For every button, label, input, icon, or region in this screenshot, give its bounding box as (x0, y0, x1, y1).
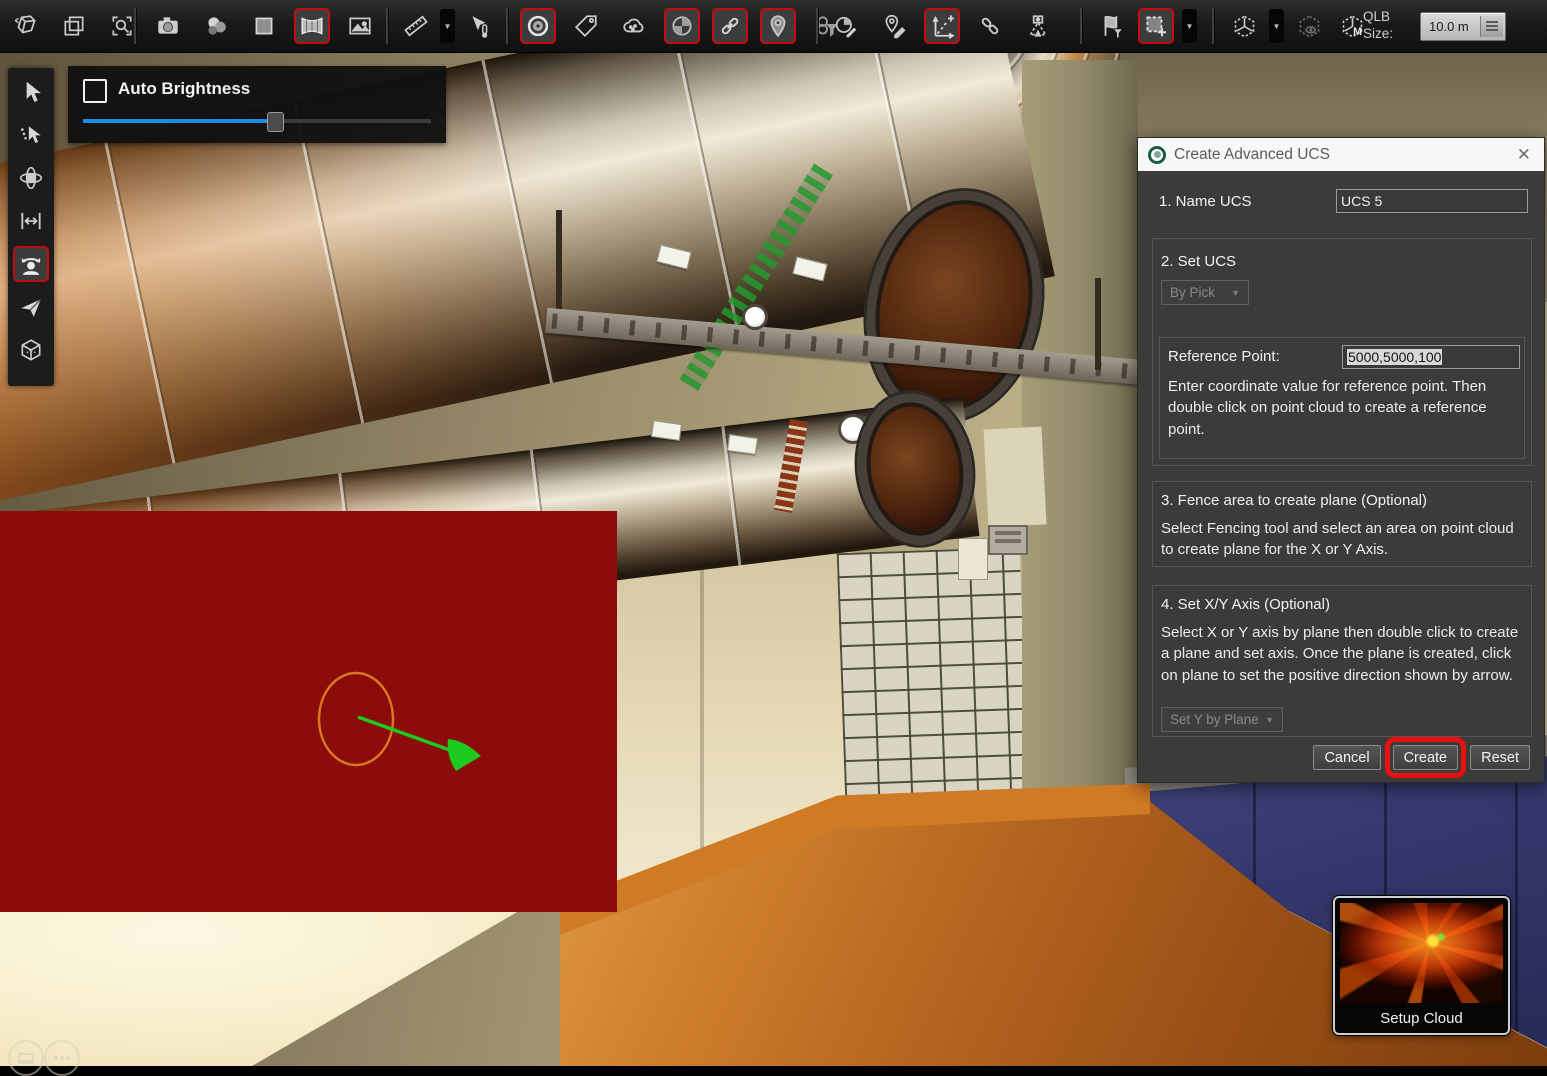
set-ucs-group: 2. Set UCS By Pick ▼ Reference Point: 50… (1152, 238, 1532, 466)
dialog-titlebar[interactable]: Create Advanced UCS ✕ (1138, 138, 1544, 171)
image-view-icon[interactable] (342, 8, 378, 44)
qlb-size-label: QLB Size: (1363, 9, 1393, 43)
orbit-icon[interactable] (13, 160, 49, 196)
name-ucs-input[interactable] (1336, 189, 1528, 213)
chevron-down-icon: ▼ (1265, 715, 1274, 725)
axis-dropdown-value: Set Y by Plane (1170, 712, 1259, 727)
axis-group: 4. Set X/Y Axis (Optional) Select X or Y… (1152, 585, 1532, 737)
brightness-slider-handle[interactable] (267, 112, 284, 132)
camera-icon[interactable] (150, 8, 186, 44)
tag-tool-icon[interactable] (568, 8, 604, 44)
fence-heading: 3. Fence area to create plane (Optional) (1161, 492, 1427, 509)
measure-ruler-dropdown[interactable]: ▼ (440, 9, 455, 43)
clip-sphere-icon[interactable] (664, 8, 700, 44)
create-ucs-icon[interactable] (924, 8, 960, 44)
main-toolbar: ▼ ▼ ▼ M QLB Size: 10.0 (0, 0, 1547, 53)
cancel-button[interactable]: Cancel (1313, 745, 1380, 770)
frustum-icon[interactable] (1020, 8, 1056, 44)
more-options-button[interactable] (44, 1040, 80, 1076)
setup-cloud-thumbnail[interactable]: Setup Cloud (1333, 896, 1510, 1035)
keyboard-icon (18, 1053, 34, 1064)
ellipsis-icon (54, 1056, 70, 1060)
flag-filter-icon[interactable] (1094, 8, 1130, 44)
reference-point-description: Enter coordinate value for reference poi… (1168, 376, 1520, 440)
pale-floor (0, 905, 630, 1066)
axis-description: Select X or Y axis by plane then double … (1161, 622, 1525, 686)
wall-corner-shadow (700, 552, 704, 872)
auto-brightness-label: Auto Brightness (118, 79, 250, 99)
point-cloud-preview (1340, 903, 1503, 1003)
point-cloud-icon[interactable] (616, 8, 652, 44)
create-button[interactable]: Create (1393, 745, 1459, 770)
reference-point-circle (319, 673, 393, 765)
axis-direction-line (358, 717, 458, 753)
reference-point-label: Reference Point: (1168, 348, 1280, 365)
keyboard-shortcuts-button[interactable] (8, 1040, 44, 1076)
ucs-plane-overlay[interactable] (0, 511, 617, 912)
wall-sheet (983, 427, 1046, 528)
edit-pin-icon[interactable] (876, 8, 912, 44)
brightness-slider[interactable] (83, 119, 431, 123)
edit-clip-icon[interactable] (828, 8, 864, 44)
set-ucs-heading: 2. Set UCS (1161, 253, 1236, 270)
qlb-size-stepper[interactable] (1480, 16, 1503, 37)
navigation-toolbar (8, 68, 54, 386)
ucs-plane-graphic (0, 511, 617, 912)
cube-axes-dropdown[interactable]: ▼ (1269, 9, 1284, 43)
reference-point-group: Reference Point: 5000,5000,100 Enter coo… (1159, 337, 1525, 459)
pan-icon[interactable] (13, 203, 49, 239)
svg-text:M: M (1353, 25, 1362, 37)
chevron-down-icon: ▼ (1231, 288, 1240, 298)
cube-eye-icon[interactable] (1291, 8, 1327, 44)
wall-junction-box (988, 525, 1028, 555)
close-icon[interactable]: ✕ (1514, 146, 1534, 163)
render-colors-icon[interactable] (198, 8, 234, 44)
fly-icon[interactable] (13, 289, 49, 325)
auto-brightness-checkbox[interactable] (83, 79, 107, 103)
reference-point-input[interactable]: 5000,5000,100 (1342, 345, 1520, 369)
set-ucs-dropdown[interactable]: By Pick ▼ (1161, 280, 1249, 305)
select-cursor-icon[interactable] (13, 74, 49, 110)
brightness-slider-fill (83, 119, 274, 123)
create-advanced-ucs-dialog: Create Advanced UCS ✕ 1. Name UCS 2. Set… (1137, 137, 1545, 783)
pin-tool-icon[interactable] (760, 8, 796, 44)
dialog-title: Create Advanced UCS (1174, 146, 1514, 164)
link-tool-icon[interactable] (712, 8, 748, 44)
name-ucs-label: 1. Name UCS (1159, 193, 1252, 210)
rect-select-dropdown[interactable]: ▼ (1182, 9, 1197, 43)
target-tool-icon[interactable] (520, 8, 556, 44)
qlb-size-field[interactable]: 10.0 m (1420, 12, 1506, 41)
cube-axes-icon[interactable] (1226, 8, 1262, 44)
axis-dropdown[interactable]: Set Y by Plane ▼ (1161, 707, 1283, 732)
multi-select-cursor-icon[interactable] (13, 117, 49, 153)
reset-button[interactable]: Reset (1470, 745, 1530, 770)
wall-label (958, 538, 988, 580)
probe-cursor-icon[interactable] (461, 8, 497, 44)
ucs-dialog-icon (1148, 146, 1166, 164)
dialog-button-row: Cancel Create Reset (1138, 745, 1530, 770)
fence-description: Select Fencing tool and select an area o… (1161, 518, 1517, 561)
export-model-icon[interactable] (8, 8, 44, 44)
fence-group: 3. Fence area to create plane (Optional)… (1152, 481, 1532, 567)
axis-direction-arrowhead (448, 739, 481, 771)
set-ucs-dropdown-value: By Pick (1170, 285, 1215, 300)
panorama-view-icon[interactable] (294, 8, 330, 44)
setup-cloud-label: Setup Cloud (1335, 1010, 1508, 1027)
pano-look-icon[interactable] (13, 246, 49, 282)
duplicate-view-icon[interactable] (56, 8, 92, 44)
hanger-rod (1095, 278, 1101, 370)
rect-select-icon[interactable] (1138, 8, 1174, 44)
pressure-gauge (742, 304, 768, 330)
measure-ruler-icon[interactable] (398, 8, 434, 44)
edit-link-icon[interactable] (972, 8, 1008, 44)
qlb-size-value: 10.0 m (1421, 19, 1480, 34)
view-cube-icon[interactable] (13, 332, 49, 368)
hanger-rod (556, 210, 562, 320)
solid-view-icon[interactable] (246, 8, 282, 44)
reference-point-value: 5000,5000,100 (1347, 349, 1442, 365)
brightness-panel: Auto Brightness (68, 66, 446, 143)
axis-heading: 4. Set X/Y Axis (Optional) (1161, 596, 1330, 613)
